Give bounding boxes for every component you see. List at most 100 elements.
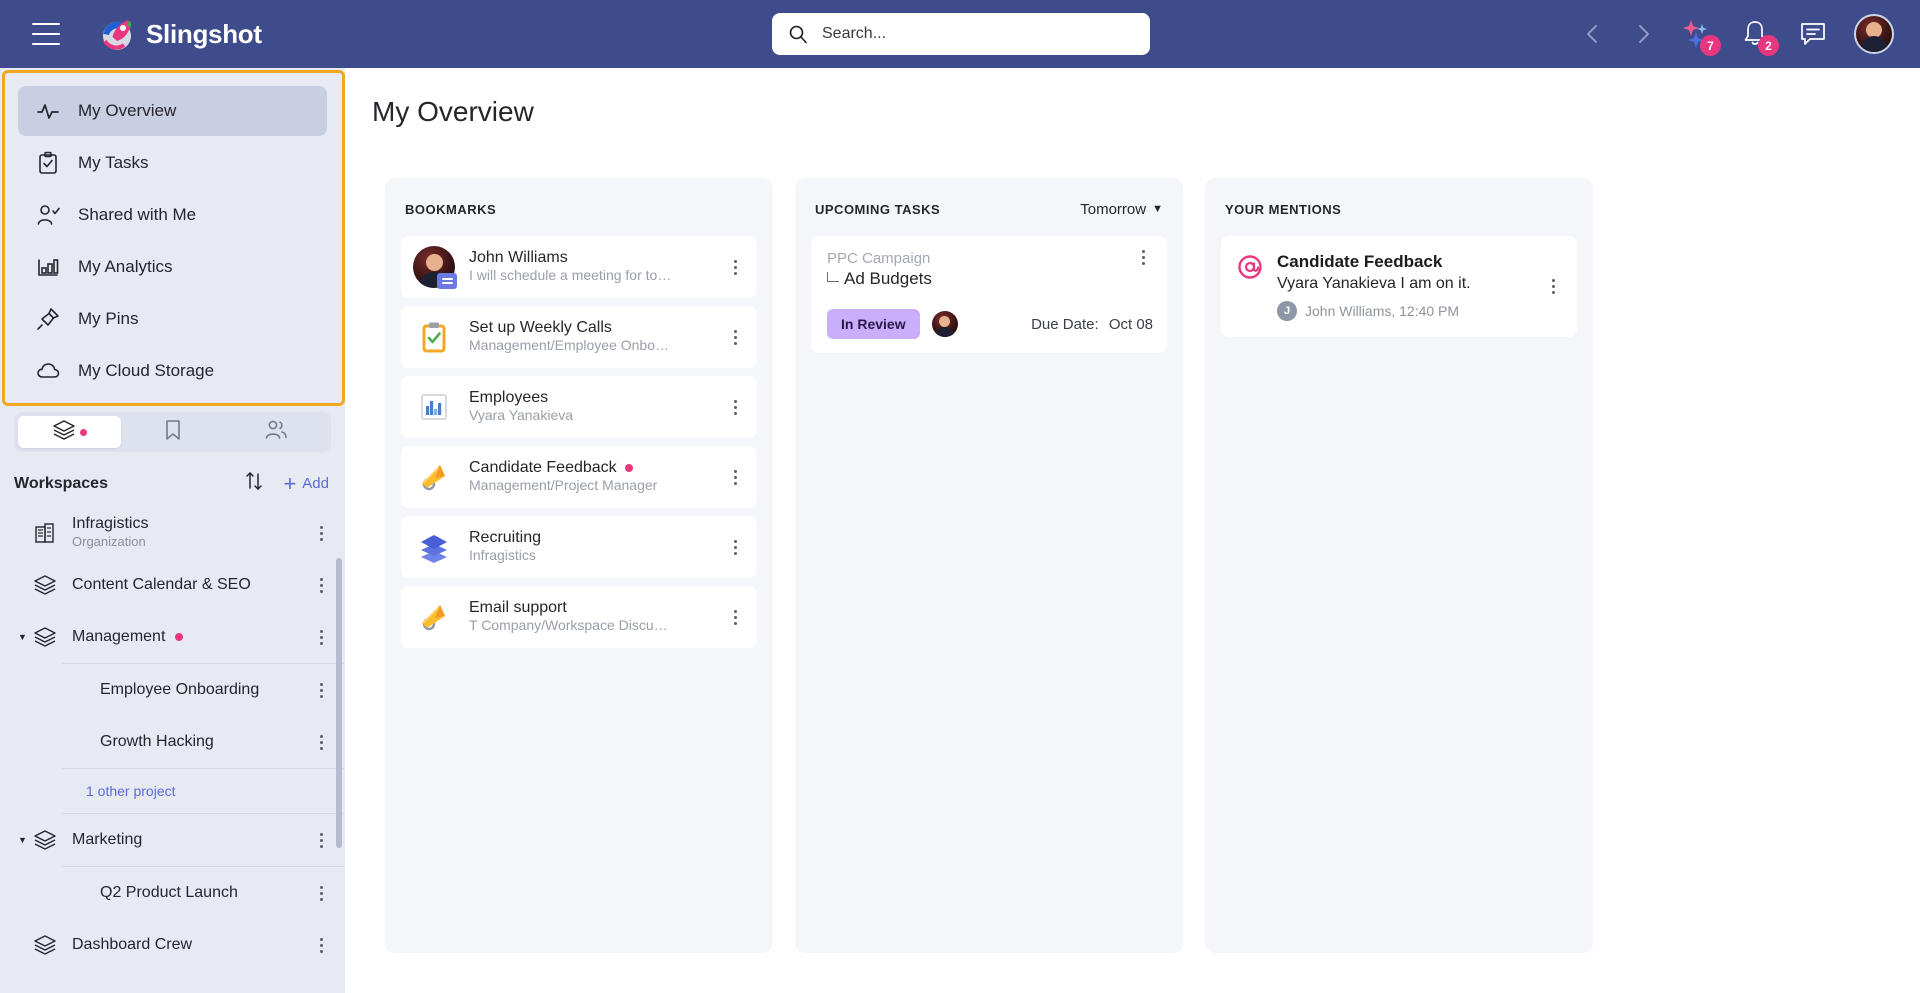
chevron-down-icon[interactable]: ▼ <box>18 632 30 642</box>
sidebar-item-my-overview[interactable]: My Overview <box>18 86 327 136</box>
sidebar-scrollbar[interactable] <box>336 558 342 848</box>
sidebar-item-my-analytics[interactable]: My Analytics <box>18 242 327 292</box>
upcoming-tasks-filter-dropdown[interactable]: Tomorrow ▼ <box>1080 201 1163 218</box>
workspace-menu-button[interactable] <box>311 937 331 953</box>
activity-icon <box>36 99 60 123</box>
sidebar-item-my-cloud-storage[interactable]: My Cloud Storage <box>18 346 327 396</box>
mention-body: Candidate Feedback Vyara Yanakieva I am … <box>1277 252 1543 321</box>
bookmark-subtitle: T Company/Workspace Discu… <box>469 617 668 633</box>
workspace-unread-dot <box>175 633 184 641</box>
clipboard-task-icon <box>413 316 455 358</box>
upcoming-tasks-card: UPCOMING TASKS Tomorrow ▼ PPC Campaign A… <box>795 178 1183 953</box>
task-name: Ad Budgets <box>844 269 932 288</box>
task-bottom: In Review Due Date: Oct 08 <box>827 309 1153 339</box>
back-arrow-icon[interactable] <box>1580 21 1606 47</box>
project-menu-button[interactable] <box>311 682 331 698</box>
workspace-item-infragistics[interactable]: ▼ Infragistics Organization <box>0 507 345 559</box>
search-input[interactable]: Search... <box>772 13 1150 55</box>
bookmark-subtitle: Infragistics <box>469 547 536 563</box>
workspace-item-dashboard-crew[interactable]: ▼ Dashboard Crew <box>0 919 345 971</box>
sort-icon[interactable] <box>243 470 265 497</box>
workspace-menu-button[interactable] <box>311 525 331 541</box>
primary-nav: My Overview My Tasks Shared with Me My A… <box>0 68 345 396</box>
bookmark-subtitle: I will schedule a meeting for to… <box>469 267 672 283</box>
bookmark-menu-button[interactable] <box>725 539 745 555</box>
megaphone-icon <box>413 596 455 638</box>
mention-menu-button[interactable] <box>1543 279 1563 294</box>
main-content: My Overview BOOKMARKS John Williams I wi… <box>345 68 1920 993</box>
layers-icon <box>32 827 58 853</box>
task-assignee-avatar[interactable] <box>931 311 958 337</box>
chat-button[interactable] <box>1796 17 1830 51</box>
mention-author-avatar: J <box>1277 301 1297 321</box>
bookmark-text: Candidate Feedback Management/Project Ma… <box>469 459 725 495</box>
task-titles: PPC Campaign Ad Budgets <box>827 250 1133 289</box>
bookmark-menu-button[interactable] <box>725 609 745 625</box>
user-avatar[interactable] <box>1854 14 1894 54</box>
ai-sparkle-button[interactable]: 7 <box>1680 17 1721 56</box>
bookmark-item-set-up-weekly-calls[interactable]: Set up Weekly Calls Management/Employee … <box>401 306 757 368</box>
workspace-menu-button[interactable] <box>311 832 331 848</box>
cloud-icon <box>36 359 60 383</box>
bookmark-item-employees[interactable]: Employees Vyara Yanakieva <box>401 376 757 438</box>
project-text: Growth Hacking <box>100 733 311 751</box>
tab-bookmarks[interactable] <box>121 416 224 448</box>
bookmark-item-candidate-feedback[interactable]: Candidate Feedback Management/Project Ma… <box>401 446 757 508</box>
search-container[interactable]: Search... <box>772 13 1150 55</box>
sidebar-item-my-tasks[interactable]: My Tasks <box>18 138 327 188</box>
add-workspace-label: Add <box>302 475 329 492</box>
upcoming-tasks-header: UPCOMING TASKS Tomorrow ▼ <box>811 196 1167 222</box>
bookmark-menu-button[interactable] <box>725 469 745 485</box>
mention-item-candidate-feedback[interactable]: Candidate Feedback Vyara Yanakieva I am … <box>1221 236 1577 337</box>
other-projects-link[interactable]: 1 other project <box>0 769 345 813</box>
bookmark-menu-button[interactable] <box>725 399 745 415</box>
slingshot-logo-icon <box>100 17 134 51</box>
bookmark-name: Recruiting <box>469 529 542 546</box>
bookmark-menu-button[interactable] <box>725 329 745 345</box>
task-menu-button[interactable] <box>1133 250 1153 265</box>
tab-workspaces[interactable] <box>18 416 121 448</box>
project-item-q2-product-launch[interactable]: Q2 Product Launch <box>0 867 345 919</box>
workspace-item-management[interactable]: ▼ Management <box>0 611 345 663</box>
sidebar-item-label: My Analytics <box>78 257 173 276</box>
project-item-employee-onboarding[interactable]: Employee Onboarding <box>0 664 345 716</box>
workspace-menu-button[interactable] <box>311 577 331 593</box>
bookmark-name: Email support <box>469 599 567 616</box>
tab-people[interactable] <box>224 416 327 448</box>
bookmarks-header: BOOKMARKS <box>401 196 757 222</box>
page-title: My Overview <box>372 96 534 127</box>
project-text: Employee Onboarding <box>100 681 311 699</box>
clipboard-check-icon <box>36 151 60 175</box>
status-badge: In Review <box>827 309 920 339</box>
task-item-ad-budgets[interactable]: PPC Campaign Ad Budgets In Review Due Da… <box>811 236 1167 353</box>
workspace-menu-button[interactable] <box>311 629 331 645</box>
add-workspace-button[interactable]: + Add <box>283 472 329 495</box>
sidebar-item-label: My Tasks <box>78 153 149 172</box>
bookmark-item-email-support[interactable]: Email support T Company/Workspace Discu… <box>401 586 757 648</box>
bookmark-item-recruiting[interactable]: Recruiting Infragistics <box>401 516 757 578</box>
sidebar-item-shared-with-me[interactable]: Shared with Me <box>18 190 327 240</box>
workspace-item-marketing[interactable]: ▼ Marketing <box>0 814 345 866</box>
bookmark-text: Employees Vyara Yanakieva <box>469 389 725 425</box>
workspace-text: Dashboard Crew <box>72 936 311 954</box>
bookmark-subtitle: Vyara Yanakieva <box>469 407 574 423</box>
forward-arrow-icon[interactable] <box>1630 21 1656 47</box>
bookmark-menu-button[interactable] <box>725 259 745 275</box>
project-menu-button[interactable] <box>311 885 331 901</box>
sidebar-item-my-pins[interactable]: My Pins <box>18 294 327 344</box>
message-badge-icon <box>437 273 457 289</box>
chevron-down-icon[interactable]: ▼ <box>18 835 30 845</box>
project-name: Employee Onboarding <box>100 681 260 698</box>
project-menu-button[interactable] <box>311 734 331 750</box>
filter-label: Tomorrow <box>1080 200 1147 218</box>
bookmark-item-john-williams[interactable]: John Williams I will schedule a meeting … <box>401 236 757 298</box>
workspaces-header: Workspaces + Add <box>0 452 345 507</box>
project-text: Q2 Product Launch <box>100 884 311 902</box>
bookmark-name: John Williams <box>469 249 568 266</box>
hamburger-icon[interactable] <box>32 23 60 45</box>
tree-branch-icon <box>827 272 839 282</box>
project-item-growth-hacking[interactable]: Growth Hacking <box>0 716 345 768</box>
layers-icon <box>32 932 58 958</box>
workspace-item-content-calendar-seo[interactable]: ▼ Content Calendar & SEO <box>0 559 345 611</box>
notifications-button[interactable]: 2 <box>1738 17 1779 56</box>
